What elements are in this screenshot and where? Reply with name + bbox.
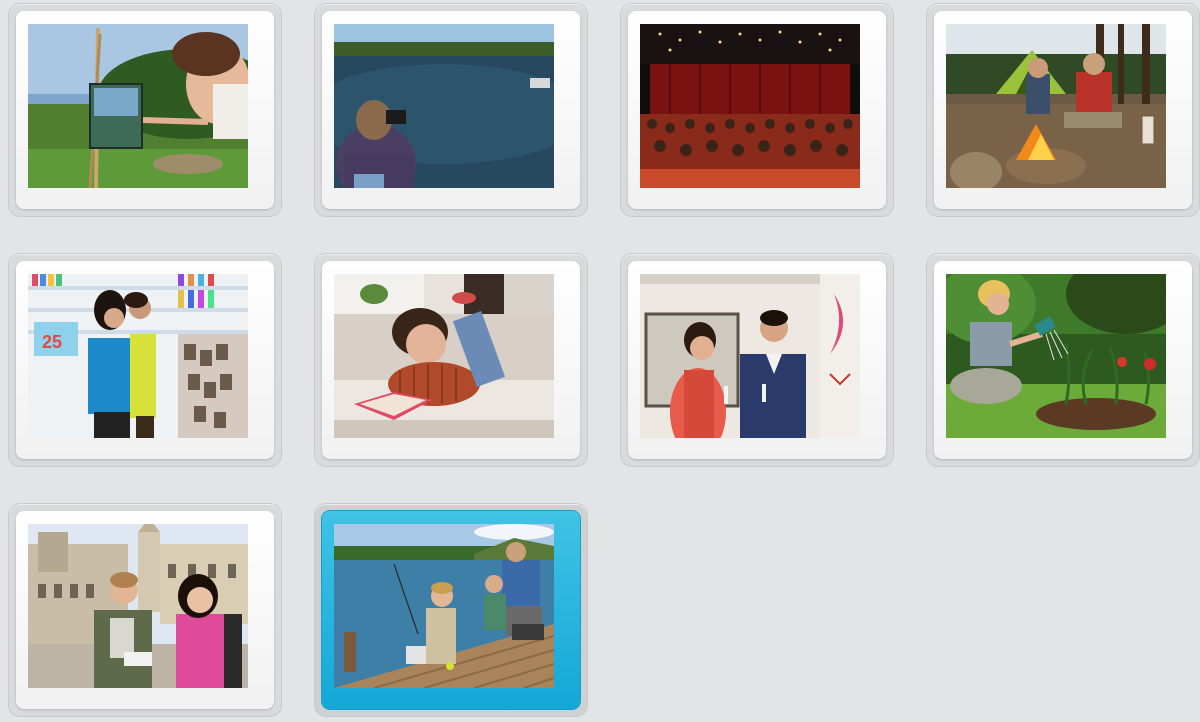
photo-tile-1[interactable] <box>8 3 282 217</box>
women-browsing-bookstore-icon: 25 <box>28 274 248 438</box>
photo-tile-2[interactable] <box>314 3 588 217</box>
couple-at-art-gallery-icon <box>640 274 860 438</box>
family-fishing-from-dock-icon <box>334 524 554 688</box>
photo-tile-9[interactable] <box>8 503 282 717</box>
photo-tile-3[interactable] <box>620 3 894 217</box>
photo-tile-6[interactable] <box>314 253 588 467</box>
svg-text:25: 25 <box>42 332 62 352</box>
photo-tile-8[interactable] <box>926 253 1200 467</box>
tourists-in-old-town-icon <box>28 524 248 688</box>
photo-tile-5[interactable]: 25 <box>8 253 282 467</box>
woman-painting-landscape-icon <box>28 24 248 188</box>
girl-reading-on-sofa-icon <box>334 274 554 438</box>
photo-grid: 25 <box>0 0 1200 722</box>
couple-at-campfire-tent-icon <box>946 24 1166 188</box>
photo-tile-7[interactable] <box>620 253 894 467</box>
woman-photographing-lake-icon <box>334 24 554 188</box>
audience-in-auditorium-icon <box>640 24 860 188</box>
woman-watering-garden-icon <box>946 274 1166 438</box>
photo-tile-4[interactable] <box>926 3 1200 217</box>
photo-tile-10-selected[interactable] <box>314 503 588 717</box>
